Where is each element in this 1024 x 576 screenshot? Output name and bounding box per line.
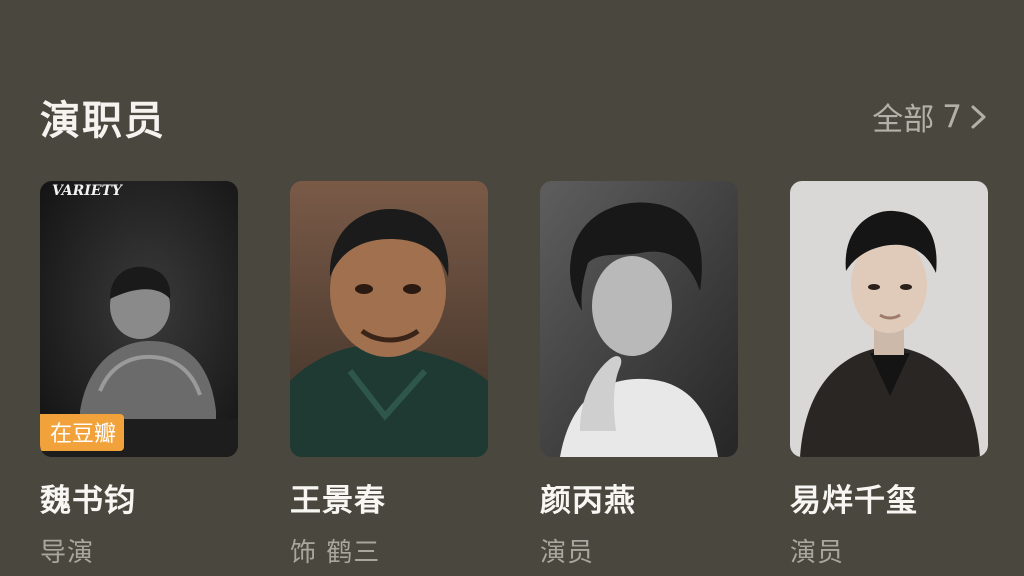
view-all-label: 全部 [872,102,935,138]
view-all-button[interactable]: 全部 7 [872,94,988,139]
magazine-logo: VARIETY [52,183,122,199]
cast-role: 演员 [790,538,845,568]
cast-name[interactable]: 魏书钧 [40,475,238,520]
cast-photo[interactable]: VARIETY 在豆瓣 [40,181,238,457]
cast-role: 饰 鹤三 [290,538,381,568]
cast-role: 导演 [40,538,95,568]
cast-card[interactable]: 王景春 饰 鹤三 [290,181,488,569]
cast-card[interactable]: 易烊千玺 演员 [790,181,988,569]
cast-name[interactable]: 王景春 [290,475,488,520]
cast-card[interactable]: VARIETY 在豆瓣 魏书钧 导演 [40,181,238,569]
chevron-right-icon [971,105,986,128]
cast-photo[interactable] [290,181,488,457]
cast-name[interactable]: 颜丙燕 [540,475,738,520]
douban-badge: 在豆瓣 [40,414,125,451]
cast-photo[interactable] [540,181,738,457]
cast-role: 演员 [540,538,595,568]
section-title: 演职员 [40,98,166,144]
cast-card[interactable]: 颜丙燕 演员 [540,181,738,569]
view-all-count: 7 [942,98,962,135]
cast-name[interactable]: 易烊千玺 [790,475,988,520]
cast-photo[interactable] [790,181,988,457]
cast-list: VARIETY 在豆瓣 魏书钧 导演 王景春 饰 鹤三 颜丙燕 演员 易烊千玺 … [40,181,988,569]
cast-crew-screen: 演职员 全部 7 VARIETY 在豆瓣 魏书钧 导演 王景春 饰 鹤三 颜丙燕… [0,0,1024,576]
